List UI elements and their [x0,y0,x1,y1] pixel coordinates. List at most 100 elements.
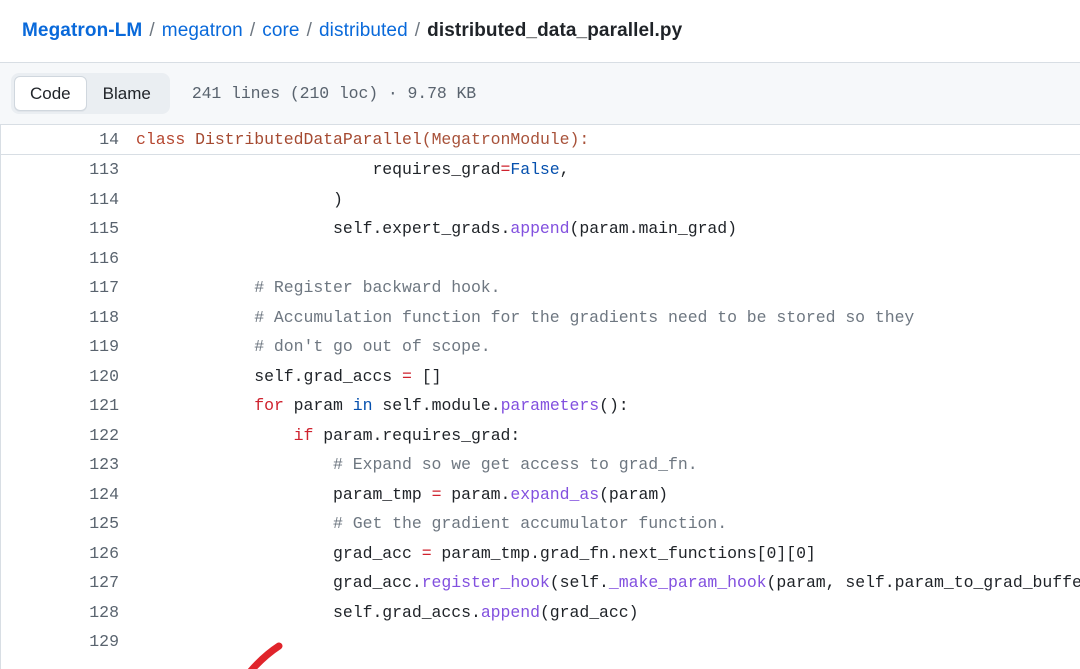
code-line: 113 requires_grad=False, [0,155,1080,185]
line-number[interactable]: 125 [0,509,136,539]
code-token: param.requires_grad: [313,425,521,445]
line-number[interactable]: 122 [0,421,136,451]
code-token: if [293,425,314,445]
code-content: requires_grad=False, [136,155,1080,185]
code-content: self.expert_grads.append(param.main_grad… [136,214,1080,244]
breadcrumb-separator-3: / [306,20,312,41]
code-line: 129 [0,627,1080,657]
code-token: grad_acc. [136,573,422,592]
code-token: for [254,396,284,415]
line-number[interactable]: 120 [0,362,136,392]
breadcrumb-segment-core[interactable]: core [262,20,299,42]
line-number[interactable]: 129 [0,627,136,657]
line-number[interactable]: 118 [0,303,136,333]
code-token: param_tmp [136,484,432,504]
code-token: (param) [599,484,669,504]
tab-blame[interactable]: Blame [87,76,167,111]
code-token: self.grad_accs [136,366,402,386]
code-token: # Get the gradient accumulator function. [136,514,728,533]
line-number[interactable]: 115 [0,214,136,244]
code-token: = [431,484,442,504]
code-content: self.grad_accs = [] [136,362,1080,392]
code-token: DistributedDataParallel [195,130,422,149]
code-line: 125 # Get the gradient accumulator funct… [0,509,1080,539]
code-line: 127 grad_acc.register_hook(self._make_pa… [0,568,1080,598]
line-number[interactable]: 116 [0,244,136,274]
code-line: 128 self.grad_accs.append(grad_acc) [0,598,1080,628]
sticky-context-line: 14 class DistributedDataParallel(Megatro… [0,125,1080,155]
code-blame-segmented-control: Code Blame [11,73,170,114]
line-number[interactable]: 117 [0,273,136,303]
code-token: self.grad_accs. [136,602,481,622]
code-token: = [402,366,412,386]
tab-code[interactable]: Code [14,76,87,111]
breadcrumb-separator-4: / [414,20,421,41]
code-token: # Expand so we get access to grad_fn. [136,455,698,474]
code-token: (param, self.param_to_grad_buffer)) [766,573,1080,592]
line-number[interactable]: 128 [0,598,136,628]
code-content: if param.requires_grad: [136,421,1080,451]
code-content: grad_acc.register_hook(self._make_param_… [136,568,1080,598]
code-line: 117 # Register backward hook. [0,273,1080,303]
line-number[interactable]: 114 [0,185,136,215]
line-number[interactable]: 119 [0,332,136,362]
code-token: register_hook [421,573,550,592]
breadcrumb-current-file: distributed_data_parallel.py [427,20,683,41]
code-token: [] [411,366,442,386]
line-number[interactable]: 124 [0,480,136,510]
breadcrumb-segment-megatron[interactable]: megatron [162,20,243,42]
breadcrumb: Megatron-LM / megatron / core / distribu… [0,0,1080,62]
code-line: 116 [0,244,1080,274]
line-number[interactable]: 127 [0,568,136,598]
code-content: param_tmp = param.expand_as(param) [136,480,1080,510]
code-viewer: 14 class DistributedDataParallel(Megatro… [0,125,1080,669]
code-token: (param.main_grad) [569,219,738,238]
line-number[interactable]: 113 [0,155,136,185]
code-content: grad_acc = param_tmp.grad_fn.next_functi… [136,539,1080,569]
file-meta-info: 241 lines (210 loc) · 9.78 KB [191,84,477,103]
code-line-list: 113 requires_grad=False, 114 ) 115 self.ex… [0,155,1080,657]
code-content: # Get the gradient accumulator function. [136,509,1080,539]
file-toolbar: Code Blame 241 lines (210 loc) · 9.78 KB [0,62,1080,125]
code-content: # Register backward hook. [136,273,1080,303]
code-token: self.module. [372,396,501,415]
code-content: for param in self.module.parameters(): [136,391,1080,421]
code-token: _make_param_hook [608,573,767,592]
code-token: expand_as [510,484,600,504]
code-token: grad_acc [136,543,422,563]
code-token: (): [599,396,629,415]
code-token: , [559,160,570,179]
code-line: 120 self.grad_accs = [] [0,362,1080,392]
code-token: parameters [500,396,600,415]
breadcrumb-repo-link[interactable]: Megatron-LM [22,20,142,42]
line-number[interactable]: 123 [0,450,136,480]
code-line: 123 # Expand so we get access to grad_fn… [0,450,1080,480]
code-line: 119 # don't go out of scope. [0,332,1080,362]
code-token: class [136,130,186,149]
code-content: # Accumulation function for the gradient… [136,303,1080,333]
code-line: 121 for param in self.module.parameters(… [0,391,1080,421]
code-content: self.grad_accs.append(grad_acc) [136,598,1080,628]
breadcrumb-segment-distributed[interactable]: distributed [319,20,408,42]
code-token: append [510,219,570,238]
code-token: # Accumulation function for the gradient… [136,307,915,327]
line-number[interactable]: 14 [0,125,136,154]
line-number[interactable]: 126 [0,539,136,569]
code-token: param. [441,484,511,504]
code-token: param_tmp.grad_fn.next_functions[0][0] [431,543,816,563]
code-line: 114 ) [0,185,1080,215]
line-number[interactable]: 121 [0,391,136,421]
code-token: # don't go out of scope. [136,337,491,356]
code-token: requires_grad [136,160,501,179]
code-line: 118 # Accumulation function for the grad… [0,303,1080,333]
code-token: (grad_acc) [539,602,639,622]
breadcrumb-separator-2: / [249,20,256,41]
code-content: # don't go out of scope. [136,332,1080,362]
code-content: ) [136,185,1080,215]
code-line: 124 param_tmp = param.expand_as(param) [0,480,1080,510]
code-token: ) [136,189,343,209]
code-token: (self. [549,573,609,592]
